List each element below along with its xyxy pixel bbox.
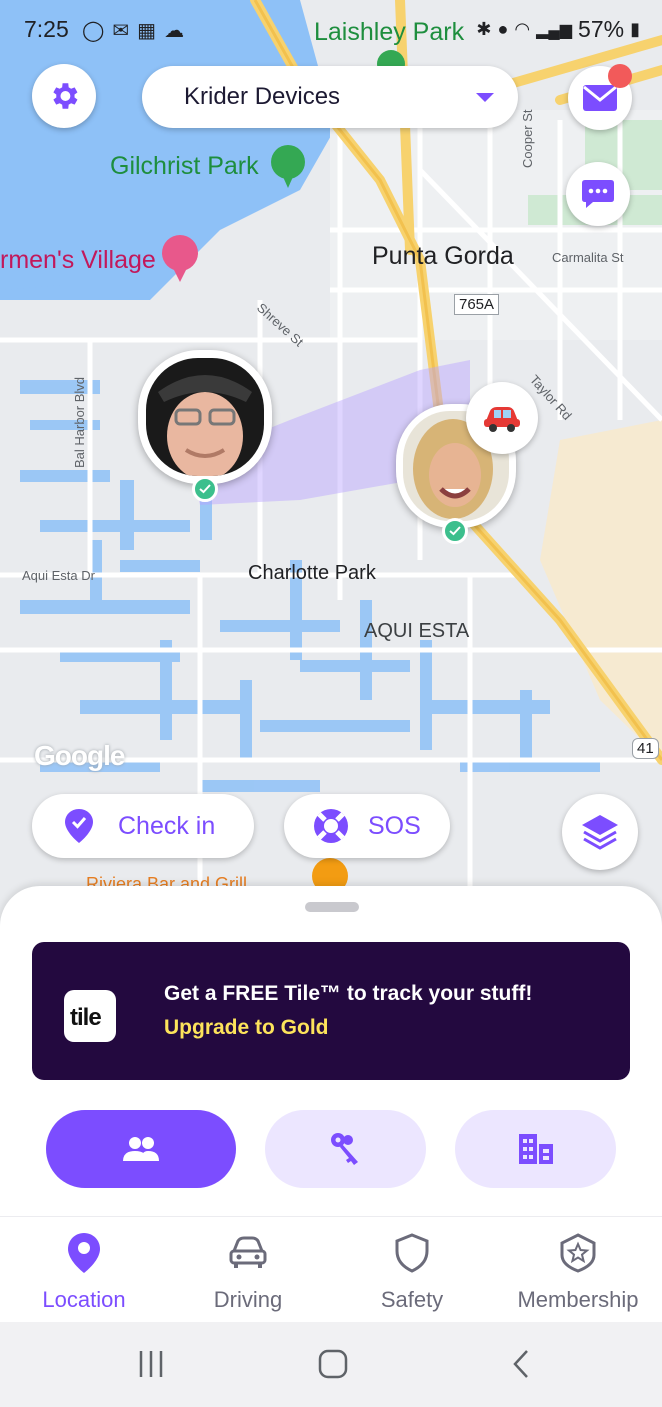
cloud-icon: ☁ xyxy=(164,20,185,42)
keys-icon xyxy=(330,1133,358,1165)
app-notification-icon: ▦ xyxy=(137,20,157,42)
star-shield-icon xyxy=(560,1233,596,1273)
tab-places[interactable] xyxy=(455,1110,616,1188)
lifebuoy-icon xyxy=(314,809,348,843)
nav-label: Location xyxy=(42,1287,126,1312)
check-in-button[interactable]: Check in xyxy=(32,794,254,858)
promo-headline: Get a FREE Tile™ to track your stuff! xyxy=(164,982,533,1005)
layers-icon xyxy=(582,815,618,850)
chat-button[interactable] xyxy=(566,162,630,226)
notification-dot xyxy=(608,64,632,88)
settings-button[interactable] xyxy=(32,64,96,128)
tab-people[interactable] xyxy=(46,1110,236,1188)
member-avatar-1[interactable] xyxy=(138,350,274,510)
online-status-icon xyxy=(442,518,468,544)
map-label-gilchrist-park: Gilchrist Park xyxy=(110,152,259,180)
nav-label: Safety xyxy=(380,1287,444,1312)
sos-label: SOS xyxy=(368,811,421,840)
recent-apps-button[interactable] xyxy=(126,1344,176,1384)
tile-promo-banner[interactable]: tile Get a FREE Tile™ to track your stuf… xyxy=(32,942,630,1080)
map-label-charlotte-park: Charlotte Park xyxy=(248,562,376,584)
map-label-aqui-esta-dr: Aqui Esta Dr xyxy=(22,568,95,583)
map-layers-button[interactable] xyxy=(562,794,638,870)
map-label-fishermens-village: rmen's Village xyxy=(0,246,156,274)
bottom-navigation: Location Driving Safety Membership xyxy=(0,1216,662,1322)
status-bar: 7:25 ◯ ✉ ▦ ☁ ✱ ● ◠ ▂▄▆ 57% ▮ xyxy=(0,0,662,60)
map-label-bal-harbor-blvd: Bal Harbor Blvd xyxy=(72,376,87,468)
bluetooth-icon: ✱ xyxy=(476,19,492,39)
sos-button[interactable]: SOS xyxy=(284,794,450,858)
location-pin-icon xyxy=(68,1233,100,1273)
shield-icon xyxy=(395,1233,429,1273)
back-button[interactable] xyxy=(496,1344,546,1384)
battery-percent: 57% xyxy=(578,16,625,42)
upgrade-link[interactable]: Upgrade to Gold xyxy=(164,1016,329,1040)
car-icon xyxy=(484,407,520,432)
circle-name: Krider Devices xyxy=(184,83,341,110)
car-icon xyxy=(229,1236,267,1268)
envelope-icon xyxy=(583,85,617,111)
nav-tab-location[interactable]: Location xyxy=(4,1231,164,1313)
nav-tab-membership[interactable]: Membership xyxy=(498,1231,658,1313)
online-status-icon xyxy=(192,476,218,502)
route-badge-41: 41 xyxy=(632,738,659,759)
chat-bubble-icon xyxy=(582,180,614,208)
map-label-carmalita-st: Carmalita St xyxy=(552,250,624,265)
wifi-icon: ◠ xyxy=(514,19,531,39)
route-badge-765a: 765A xyxy=(454,294,500,315)
google-logo: Google xyxy=(34,740,125,771)
tab-items[interactable] xyxy=(265,1110,426,1188)
status-notification-icons: ◯ ✉ ▦ ☁ xyxy=(82,18,184,43)
buildings-icon xyxy=(518,1134,553,1164)
signal-icon: ▂▄▆ xyxy=(536,21,573,39)
nav-label: Membership xyxy=(517,1287,639,1312)
back-arrow-icon xyxy=(513,1350,528,1378)
check-in-label: Check in xyxy=(118,811,216,840)
avatar-photo xyxy=(146,358,264,476)
home-icon xyxy=(318,1349,348,1379)
map-label-cooper-st: Cooper St xyxy=(520,109,535,168)
map-label-punta-gorda: Punta Gorda xyxy=(372,242,514,270)
people-icon xyxy=(123,1137,159,1161)
driving-status-badge[interactable] xyxy=(466,382,538,454)
gear-icon xyxy=(53,83,78,109)
recent-apps-icon xyxy=(139,1351,163,1377)
sync-icon: ◯ xyxy=(82,20,105,42)
nav-tab-safety[interactable]: Safety xyxy=(332,1231,492,1313)
mail-notification-icon: ✉ xyxy=(112,20,130,42)
tile-logo: tile xyxy=(64,990,116,1042)
check-pin-icon xyxy=(65,809,93,843)
system-navigation-bar xyxy=(0,1322,662,1407)
chevron-down-icon xyxy=(476,93,494,102)
home-button[interactable] xyxy=(308,1344,358,1384)
messages-button[interactable] xyxy=(568,64,632,130)
status-system-icons: ✱ ● ◠ ▂▄▆ 57% ▮ xyxy=(476,16,640,43)
map-label-aqui-esta: AQUI ESTA xyxy=(364,620,470,642)
battery-icon: ▮ xyxy=(630,19,640,39)
status-time: 7:25 xyxy=(24,16,69,42)
circle-selector-dropdown[interactable]: Krider Devices xyxy=(142,66,518,128)
location-icon: ● xyxy=(497,19,509,39)
sheet-drag-handle[interactable] xyxy=(305,902,359,912)
nav-tab-driving[interactable]: Driving xyxy=(168,1231,328,1313)
tile-logo-text: tile xyxy=(70,1004,102,1031)
nav-label: Driving xyxy=(213,1287,283,1312)
